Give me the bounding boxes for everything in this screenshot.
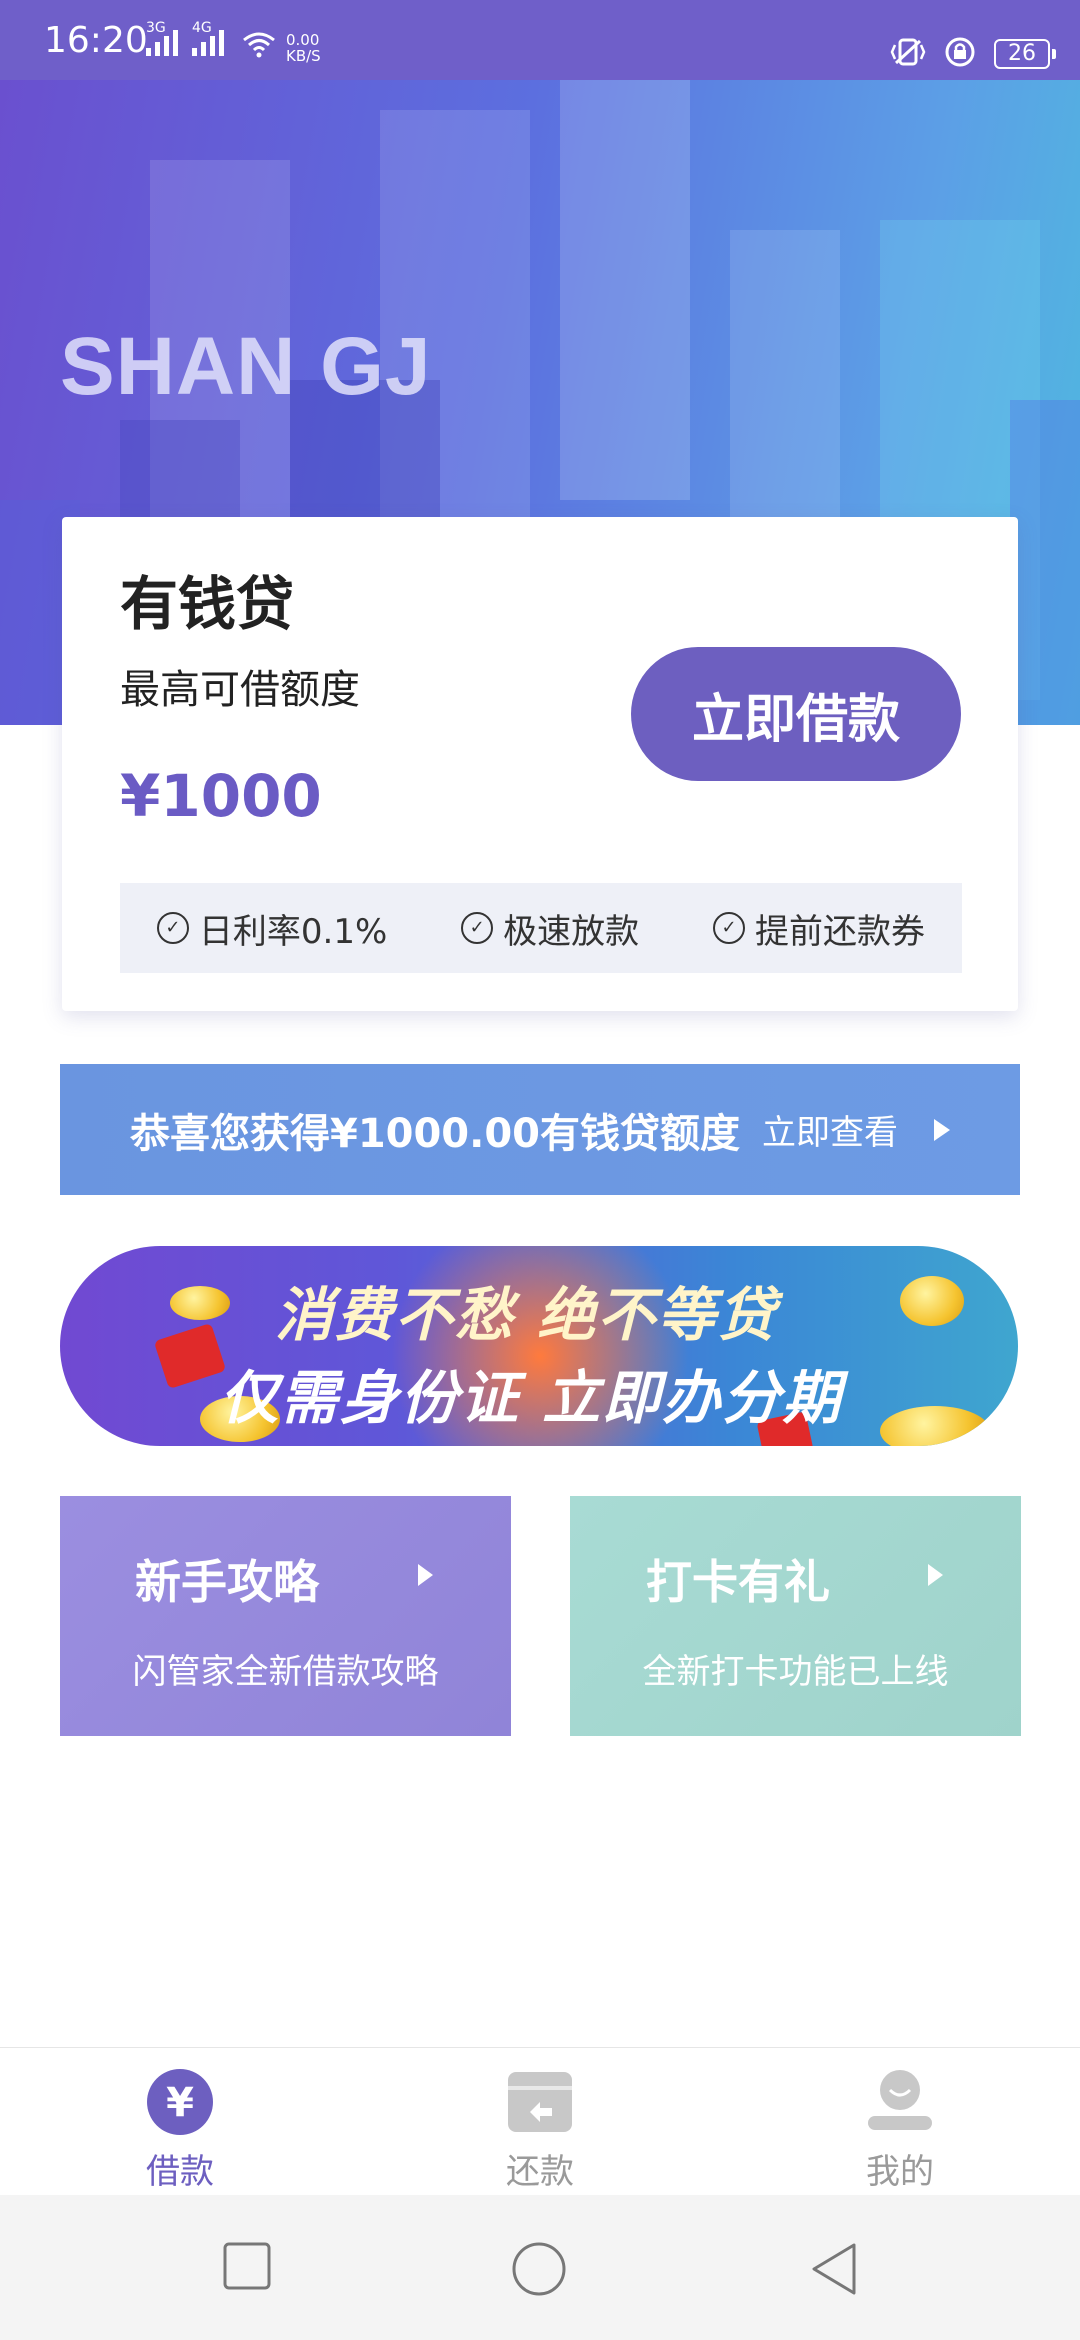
back-icon[interactable] <box>808 2241 858 2301</box>
feature-list: ✓ 日利率0.1% ✓ 极速放款 ✓ 提前还款券 <box>120 883 962 973</box>
signal-3g-label: 3G <box>146 20 166 36</box>
loan-limit-label: 最高可借额度 <box>120 667 360 713</box>
check-in-gift-tile[interactable]: 打卡有礼 全新打卡功能已上线 <box>570 1496 1021 1736</box>
signal-4g-label: 4G <box>192 20 212 36</box>
promo-banner[interactable]: 消费不愁 绝不等贷 仅需身份证 立即办分期 <box>60 1246 1018 1446</box>
check-circle-icon: ✓ <box>461 912 494 944</box>
signal-3g-icon: 3G <box>146 20 178 56</box>
credit-notice-bar[interactable]: 恭喜您获得¥1000.00有钱贷额度 立即查看 <box>60 1064 1020 1195</box>
signal-4g-icon: 4G <box>192 20 224 56</box>
view-now-link[interactable]: 立即查看 <box>762 1105 898 1154</box>
bottom-tab-bar: ¥ 借款 还款 我的 <box>0 2047 1080 2196</box>
status-time: 16:20 <box>44 20 148 61</box>
coin-icon <box>880 1406 990 1446</box>
status-right: 26 <box>890 36 1056 72</box>
network-speed-unit: KB/S <box>286 47 321 65</box>
feature-label: 日利率0.1% <box>198 911 388 952</box>
play-arrow-icon <box>418 1564 433 1586</box>
recents-icon[interactable] <box>222 2241 272 2295</box>
check-circle-icon: ✓ <box>713 912 746 944</box>
banner-logo: SHAN GJ <box>60 321 432 412</box>
loan-product-title: 有钱贷 <box>120 570 295 638</box>
tab-mine[interactable]: 我的 <box>820 2068 980 2193</box>
tab-repay[interactable]: 还款 <box>460 2068 620 2193</box>
play-arrow-icon <box>934 1118 951 1141</box>
coin-icon <box>900 1276 964 1326</box>
coin-icon <box>170 1286 230 1320</box>
lock-rotation-icon <box>944 36 976 72</box>
tab-label: 借款 <box>146 2152 214 2192</box>
profile-icon <box>866 2068 934 2136</box>
network-speed: 0.00 KB/S <box>286 32 321 64</box>
battery-icon: 26 <box>994 39 1056 69</box>
tab-borrow[interactable]: ¥ 借款 <box>100 2068 260 2193</box>
beginner-guide-tile[interactable]: 新手攻略 闪管家全新借款攻略 <box>60 1496 511 1736</box>
feature-item: ✓ 提前还款券 <box>713 904 925 953</box>
borrow-now-button[interactable]: 立即借款 <box>631 647 961 781</box>
loan-amount: ¥1000 <box>120 762 322 830</box>
tile-title: 新手攻略 <box>135 1555 319 1609</box>
tile-title: 打卡有礼 <box>646 1555 830 1609</box>
play-arrow-icon <box>928 1564 943 1586</box>
feature-item: ✓ 日利率0.1% <box>156 904 388 953</box>
loan-card: 有钱贷 最高可借额度 ¥1000 立即借款 ✓ 日利率0.1% ✓ 极速放款 ✓… <box>62 517 1018 1011</box>
network-speed-value: 0.00 <box>286 31 320 49</box>
wifi-icon <box>242 30 276 62</box>
home-icon[interactable] <box>511 2241 567 2301</box>
tab-label: 我的 <box>866 2152 934 2192</box>
red-envelope-icon <box>153 1322 227 1390</box>
promo-line-1: 消费不愁 绝不等贷 <box>275 1281 778 1349</box>
credit-notice-text: 恭喜您获得¥1000.00有钱贷额度 <box>129 1110 741 1157</box>
status-bar: 16:20 3G 4G 0.00 KB/S 26 <box>0 0 1080 80</box>
feature-label: 提前还款券 <box>755 911 926 952</box>
promo-line-2: 仅需身份证 立即办分期 <box>220 1364 843 1432</box>
tile-subtitle: 全新打卡功能已上线 <box>642 1652 949 1692</box>
feature-label: 极速放款 <box>503 911 640 952</box>
check-circle-icon: ✓ <box>156 912 189 944</box>
vibrate-icon <box>890 37 926 71</box>
tile-subtitle: 闪管家全新借款攻略 <box>132 1652 439 1692</box>
system-navigation-bar <box>0 2195 1080 2340</box>
svg-text:¥: ¥ <box>166 2080 194 2126</box>
wallet-icon <box>506 2068 574 2136</box>
tab-label: 还款 <box>506 2152 574 2192</box>
signal-indicators: 3G 4G <box>146 20 224 56</box>
yen-icon: ¥ <box>146 2068 214 2136</box>
feature-item: ✓ 极速放款 <box>461 904 639 953</box>
